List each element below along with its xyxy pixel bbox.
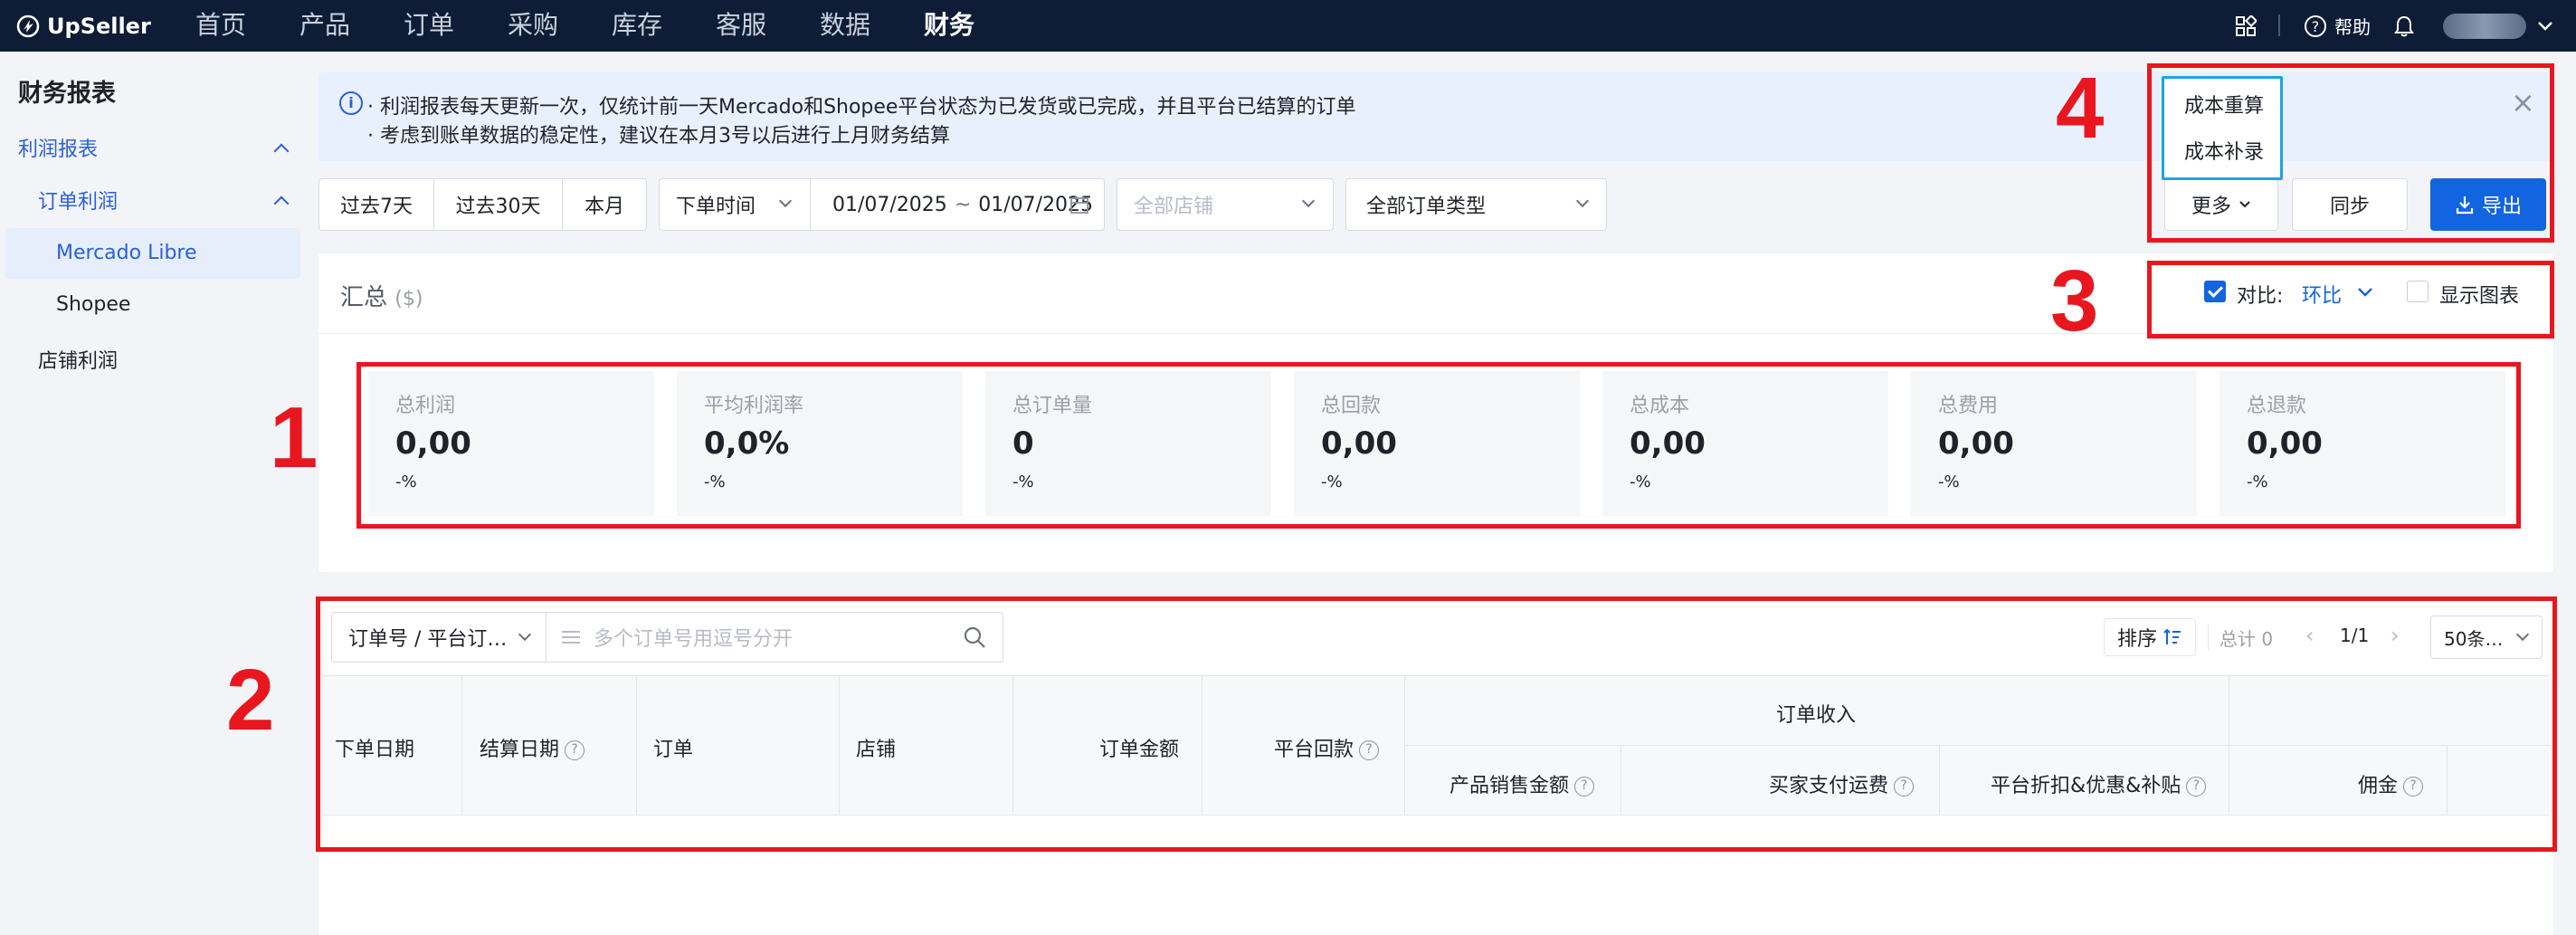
store-select[interactable]: 全部店铺 (1117, 178, 1334, 231)
user-menu[interactable] (2443, 0, 2553, 52)
annotation-box-4 (2147, 63, 2554, 243)
chevron-down-icon (778, 194, 793, 208)
sidebar-item-store-profit[interactable]: 店铺利润 (38, 345, 118, 374)
sidebar: 财务报表 利润报表 订单利润 Mercado Libre Shopee 店铺利润 (0, 52, 308, 935)
sidebar-item-profit-report[interactable]: 利润报表 (18, 133, 98, 162)
apps-grid-icon[interactable] (2235, 0, 2257, 52)
chevron-up-icon[interactable] (273, 196, 290, 212)
range-30-days-button[interactable]: 过去30天 (433, 178, 563, 231)
date-separator: ~ (954, 193, 972, 216)
nav-purchase[interactable]: 采购 (508, 0, 558, 52)
chevron-down-icon (2538, 21, 2552, 31)
date-range-picker[interactable]: 01/07/2025 ~ 01/07/2025 (810, 178, 1105, 231)
summary-unit: ($) (394, 288, 423, 310)
this-month-button[interactable]: 本月 (562, 178, 647, 231)
order-type-select[interactable]: 全部订单类型 (1345, 178, 1607, 231)
svg-text:?: ? (2312, 18, 2320, 35)
time-type-value: 下单时间 (676, 196, 756, 218)
time-type-select[interactable]: 下单时间 (659, 178, 811, 231)
annotation-number-1: 1 (270, 389, 318, 486)
annotation-box-2 (316, 596, 2557, 852)
annotation-number-3: 3 (2050, 253, 2099, 349)
store-select-placeholder: 全部店铺 (1134, 196, 1214, 218)
nav-data[interactable]: 数据 (820, 0, 870, 52)
order-type-value: 全部订单类型 (1366, 196, 1487, 218)
sidebar-item-order-profit[interactable]: 订单利润 (38, 186, 118, 215)
annotation-box-3 (2147, 261, 2554, 339)
annotation-number-4: 4 (2056, 60, 2105, 157)
nav-products[interactable]: 产品 (299, 0, 350, 52)
help-link[interactable]: ? 帮助 (2304, 0, 2371, 52)
nav-customer-service[interactable]: 客服 (716, 0, 766, 52)
top-nav: UpSeller 首页 产品 订单 采购 库存 客服 数据 财务 ? 帮助 (0, 0, 2576, 52)
annotation-box-1 (356, 362, 2521, 529)
help-label: 帮助 (2334, 16, 2371, 38)
chevron-down-icon (1301, 194, 1316, 208)
avatar (2443, 13, 2526, 39)
nav-home[interactable]: 首页 (195, 0, 246, 52)
chevron-up-icon[interactable] (273, 143, 290, 159)
nav-orders[interactable]: 订单 (404, 0, 454, 52)
sidebar-title: 财务报表 (18, 80, 116, 108)
sidebar-item-shopee[interactable]: Shopee (56, 293, 130, 316)
nav-inventory[interactable]: 库存 (612, 0, 662, 52)
annotation-number-2: 2 (226, 652, 275, 749)
sidebar-item-mercado-libre[interactable]: Mercado Libre (56, 242, 197, 264)
summary-title: 汇总 ($) (340, 279, 423, 312)
help-icon: ? (2305, 14, 2326, 37)
notification-bell-icon[interactable] (2393, 0, 2415, 52)
upseller-logo-icon (16, 14, 40, 37)
nav-divider (2278, 14, 2280, 36)
summary-title-text: 汇总 (340, 284, 388, 311)
chevron-down-icon (1575, 194, 1590, 208)
banner-line-2: · 考虑到账单数据的稳定性，建议在本月3号以后进行上月财务结算 (367, 125, 950, 148)
info-icon: i (339, 91, 363, 115)
nav-finance[interactable]: 财务 (924, 0, 974, 52)
banner-line-1: · 利润报表每天更新一次，仅统计前一天Mercado和Shopee平台状态为已发… (367, 96, 1356, 119)
brand-name: UpSeller (47, 13, 151, 39)
range-7-days-button[interactable]: 过去7天 (318, 178, 434, 231)
calendar-icon (1070, 196, 1088, 214)
brand-logo[interactable]: UpSeller (16, 0, 151, 52)
date-start: 01/07/2025 (832, 193, 947, 216)
